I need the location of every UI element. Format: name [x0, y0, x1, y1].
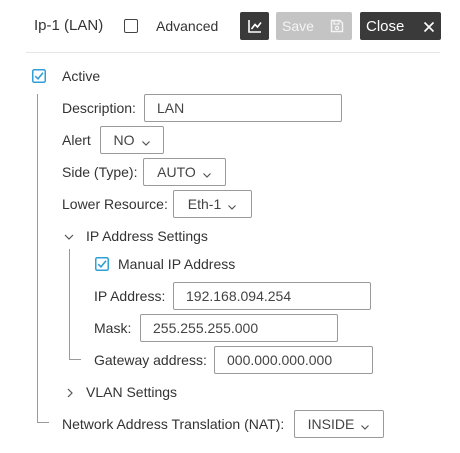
mask-label: Mask: [94, 320, 132, 336]
tree-line [37, 94, 38, 422]
side-type-value: AUTO [157, 164, 196, 180]
active-label: Active [62, 68, 101, 84]
lower-resource-value: Eth-1 [187, 196, 222, 212]
manual-ip-label: Manual IP Address [118, 256, 236, 272]
description-value: LAN [157, 100, 185, 116]
tree-line [69, 359, 81, 360]
chart-line-icon [247, 18, 263, 34]
side-type-label: Side (Type): [62, 164, 138, 180]
chevron-down-icon [141, 135, 151, 146]
side-type-select[interactable]: AUTO [143, 158, 226, 186]
vlan-settings-toggle[interactable] [64, 386, 76, 398]
header-divider [26, 52, 440, 53]
gateway-label: Gateway address: [94, 352, 207, 368]
chevron-down-icon [64, 234, 74, 240]
chart-button[interactable] [240, 12, 269, 40]
nat-select[interactable]: INSIDE [294, 410, 384, 438]
close-button[interactable]: Close [360, 12, 441, 40]
alert-value: NO [113, 132, 135, 148]
alert-label: Alert [62, 132, 91, 148]
gateway-value: 000.000.000.000 [227, 352, 333, 368]
ip-address-value: 192.168.094.254 [186, 288, 292, 304]
nat-value: INSIDE [307, 416, 355, 432]
checkbox-checked-icon [95, 257, 109, 271]
advanced-label: Advanced [156, 18, 219, 34]
close-icon [423, 20, 435, 33]
description-input[interactable]: LAN [144, 94, 342, 122]
ip-settings-toggle[interactable] [63, 230, 75, 242]
tree-line [37, 422, 49, 423]
mask-input[interactable]: 255.255.255.000 [140, 314, 338, 342]
advanced-checkbox[interactable] [124, 19, 138, 33]
chevron-down-icon [202, 167, 212, 178]
ip-settings-label[interactable]: IP Address Settings [86, 228, 208, 244]
close-label: Close [366, 17, 405, 35]
vlan-settings-label[interactable]: VLAN Settings [86, 384, 177, 400]
ip-address-input[interactable]: 192.168.094.254 [173, 282, 371, 310]
lower-resource-label: Lower Resource: [62, 196, 168, 212]
tree-line [69, 249, 70, 359]
mask-value: 255.255.255.000 [153, 320, 259, 336]
page-title: Ip-1 (LAN) [34, 17, 104, 34]
alert-select[interactable]: NO [100, 126, 164, 154]
gateway-input[interactable]: 000.000.000.000 [214, 346, 373, 374]
manual-ip-checkbox[interactable] [95, 257, 109, 271]
chevron-down-icon [360, 419, 370, 430]
active-checkbox[interactable] [32, 69, 46, 83]
floppy-disk-icon [330, 19, 344, 33]
nat-label: Network Address Translation (NAT): [62, 416, 285, 432]
lower-resource-select[interactable]: Eth-1 [173, 190, 252, 218]
ip-address-label: IP Address: [94, 288, 166, 304]
description-label: Description: [62, 100, 136, 116]
checkbox-checked-icon [32, 69, 46, 83]
save-button[interactable]: Save [276, 12, 352, 40]
save-label: Save [282, 18, 314, 34]
chevron-right-icon [67, 388, 73, 398]
chevron-down-icon [227, 199, 237, 210]
